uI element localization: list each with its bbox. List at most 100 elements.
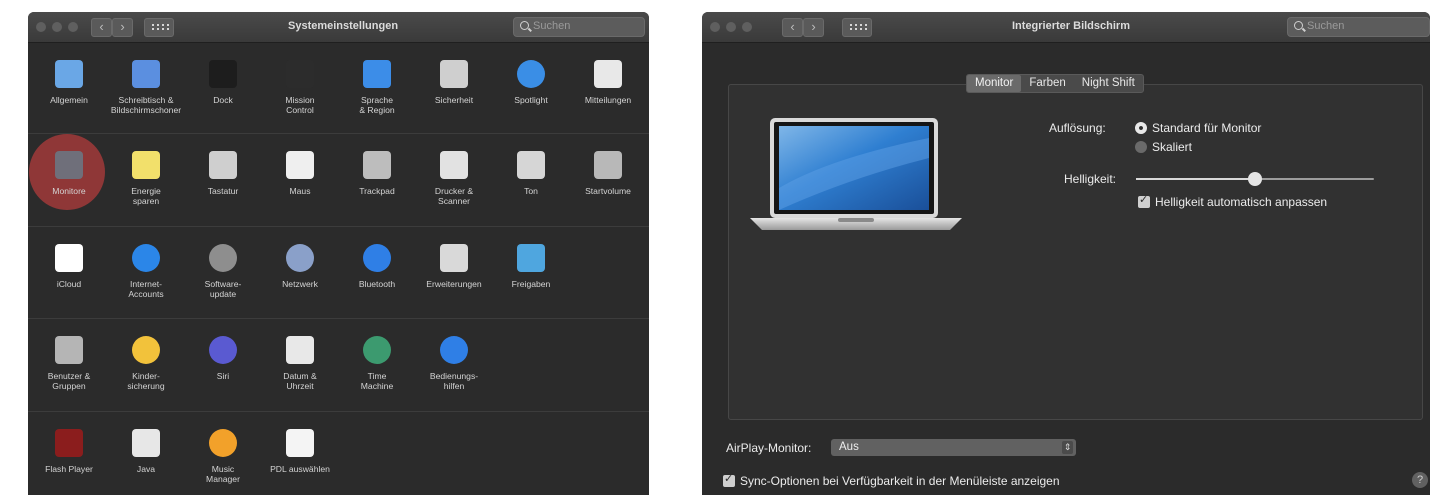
- pref-pane-language-region[interactable]: Sprache & Region: [339, 58, 415, 115]
- pref-pane-label: Allgemein: [50, 95, 88, 105]
- pref-pane-accessibility[interactable]: Bedienungs- hilfen: [416, 334, 492, 391]
- show-all-button[interactable]: [842, 18, 872, 37]
- tab-colors[interactable]: Farben: [1021, 75, 1073, 92]
- pref-pane-keyboard[interactable]: Tastatur: [185, 149, 261, 196]
- preferences-row: Flash Player Java Music Manager PDL auswähl…: [28, 411, 649, 495]
- pref-pane-displays[interactable]: Monitore: [31, 149, 107, 196]
- pref-pane-label: Drucker & Scanner: [434, 186, 474, 206]
- back-button[interactable]: ‹: [91, 18, 112, 37]
- pref-pane-software-update[interactable]: Software- update: [185, 242, 261, 299]
- pref-pane-bluetooth[interactable]: Bluetooth: [339, 242, 415, 289]
- pref-pane-label: Software- update: [204, 279, 242, 299]
- pref-pane-startup-disk[interactable]: Startvolume: [570, 149, 646, 196]
- brightness-slider-knob[interactable]: [1248, 172, 1262, 186]
- mission-control-icon: [284, 58, 316, 90]
- resolution-default-radio[interactable]: [1135, 122, 1147, 134]
- energy-saver-icon: [130, 149, 162, 181]
- show-all-button[interactable]: [144, 18, 174, 37]
- pref-pane-icloud[interactable]: iCloud: [31, 242, 107, 289]
- pref-pane-trackpad[interactable]: Trackpad: [339, 149, 415, 196]
- search-input[interactable]: Suchen: [513, 17, 645, 37]
- zoom-button[interactable]: [68, 22, 78, 32]
- printer-scanner-icon: [438, 149, 470, 181]
- pref-pane-label: Maus: [289, 186, 311, 196]
- back-button[interactable]: ‹: [782, 18, 803, 37]
- airplay-select[interactable]: Aus ⇕: [831, 439, 1076, 456]
- minimize-button[interactable]: [52, 22, 62, 32]
- pref-pane-notifications[interactable]: Mitteilungen: [570, 58, 646, 105]
- pref-pane-desktop-screensaver[interactable]: Schreibtisch & Bildschirmschoner: [108, 58, 184, 115]
- pref-pane-flash-player[interactable]: Flash Player: [31, 427, 107, 474]
- pref-pane-label: Sicherheit: [434, 95, 474, 105]
- tab-bar: Monitor Farben Night Shift: [966, 74, 1144, 93]
- pref-pane-label: Flash Player: [45, 464, 93, 474]
- pref-pane-time-machine[interactable]: Time Machine: [339, 334, 415, 391]
- siri-icon: [207, 334, 239, 366]
- pref-pane-dock[interactable]: Dock: [185, 58, 261, 105]
- java-icon: [130, 427, 162, 459]
- search-icon: [1294, 21, 1303, 30]
- pref-pane-printer-scanner[interactable]: Drucker & Scanner: [416, 149, 492, 206]
- pref-pane-label: Trackpad: [359, 186, 395, 196]
- internet-accounts-icon: [130, 242, 162, 274]
- software-update-icon: [207, 242, 239, 274]
- pref-pane-label: Ton: [524, 186, 538, 196]
- sync-options-checkbox[interactable]: [723, 472, 735, 487]
- sharing-icon: [515, 242, 547, 274]
- startup-disk-icon: [592, 149, 624, 181]
- mouse-icon: [284, 149, 316, 181]
- displays-icon: [53, 149, 85, 181]
- language-region-icon: [361, 58, 393, 90]
- pref-pane-pdl[interactable]: PDL auswählen: [262, 427, 338, 474]
- help-button[interactable]: ?: [1412, 472, 1428, 488]
- resolution-scaled-radio[interactable]: [1135, 141, 1147, 153]
- forward-button[interactable]: ›: [112, 18, 133, 37]
- pref-pane-mission-control[interactable]: Mission Control: [262, 58, 338, 115]
- network-icon: [284, 242, 316, 274]
- notifications-icon: [592, 58, 624, 90]
- desktop-screensaver-icon: [130, 58, 162, 90]
- pref-pane-java[interactable]: Java: [108, 427, 184, 474]
- dock-icon: [207, 58, 239, 90]
- tab-night-shift[interactable]: Night Shift: [1074, 75, 1143, 92]
- pref-pane-mouse[interactable]: Maus: [262, 149, 338, 196]
- pref-pane-label: Time Machine: [360, 371, 394, 391]
- close-button[interactable]: [36, 22, 46, 32]
- forward-button[interactable]: ›: [803, 18, 824, 37]
- pref-pane-label: Dock: [213, 95, 233, 105]
- pref-pane-internet-accounts[interactable]: Internet- Accounts: [108, 242, 184, 299]
- pref-pane-energy-saver[interactable]: Energie sparen: [108, 149, 184, 206]
- pref-pane-users-groups[interactable]: Benutzer & Gruppen: [31, 334, 107, 391]
- brightness-slider[interactable]: [1136, 172, 1374, 186]
- airplay-label: AirPlay-Monitor:: [726, 441, 812, 455]
- pref-pane-label: Datum & Uhrzeit: [283, 371, 317, 391]
- pref-pane-date-time[interactable]: Datum & Uhrzeit: [262, 334, 338, 391]
- resolution-label: Auflösung:: [1049, 121, 1106, 135]
- close-button[interactable]: [710, 22, 720, 32]
- pref-pane-label: Mission Control: [285, 95, 315, 115]
- pref-pane-sound[interactable]: Ton: [493, 149, 569, 196]
- window-title: Integrierter Bildschirm: [1012, 20, 1130, 32]
- pref-pane-network[interactable]: Netzwerk: [262, 242, 338, 289]
- search-input[interactable]: Suchen: [1287, 17, 1430, 37]
- pref-pane-label: Monitore: [52, 186, 86, 196]
- pref-pane-spotlight[interactable]: Spotlight: [493, 58, 569, 105]
- pref-pane-parental-controls[interactable]: Kinder- sicherung: [108, 334, 184, 391]
- tab-monitor[interactable]: Monitor: [967, 75, 1022, 92]
- pref-pane-label: Benutzer & Gruppen: [47, 371, 91, 391]
- auto-brightness-checkbox[interactable]: [1138, 193, 1150, 208]
- pref-pane-extensions[interactable]: Erweiterungen: [416, 242, 492, 289]
- pref-pane-siri[interactable]: Siri: [185, 334, 261, 381]
- pref-pane-label: Siri: [216, 371, 230, 381]
- pref-pane-general[interactable]: Allgemein: [31, 58, 107, 105]
- sync-options-label: Sync-Optionen bei Verfügbarkeit in der M…: [740, 474, 1060, 488]
- zoom-button[interactable]: [742, 22, 752, 32]
- pref-pane-sharing[interactable]: Freigaben: [493, 242, 569, 289]
- preferences-row: Allgemein Schreibtisch & Bildschirmschone…: [28, 42, 649, 134]
- pref-pane-security[interactable]: Sicherheit: [416, 58, 492, 105]
- trackpad-icon: [361, 149, 393, 181]
- keyboard-icon: [207, 149, 239, 181]
- minimize-button[interactable]: [726, 22, 736, 32]
- display-preferences-window: ‹ › Integrierter Bildschirm Suchen Monit…: [702, 12, 1430, 495]
- pref-pane-music-manager[interactable]: Music Manager: [185, 427, 261, 484]
